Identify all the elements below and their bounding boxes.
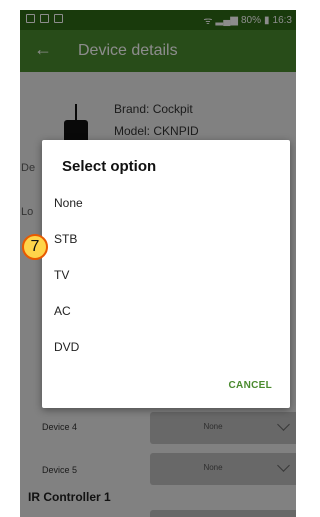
option-ac[interactable]: AC bbox=[54, 304, 71, 318]
option-dvd[interactable]: DVD bbox=[54, 340, 79, 354]
select-option-dialog: Select option None STB TV AC DVD CANCEL bbox=[42, 140, 290, 408]
option-stb[interactable]: STB bbox=[54, 232, 77, 246]
partial-label-device: De bbox=[21, 162, 36, 174]
cancel-button[interactable]: CANCEL bbox=[229, 380, 272, 391]
partial-label-location: Lo bbox=[21, 206, 34, 218]
dialog-title: Select option bbox=[62, 158, 157, 175]
option-tv[interactable]: TV bbox=[54, 268, 69, 282]
phone-screen: ᯤ ▂▄▆ 80% ▮ 16:3 ← Device details Brand:… bbox=[20, 10, 296, 517]
step-number-badge: 7 bbox=[22, 234, 48, 260]
option-none[interactable]: None bbox=[54, 196, 83, 210]
